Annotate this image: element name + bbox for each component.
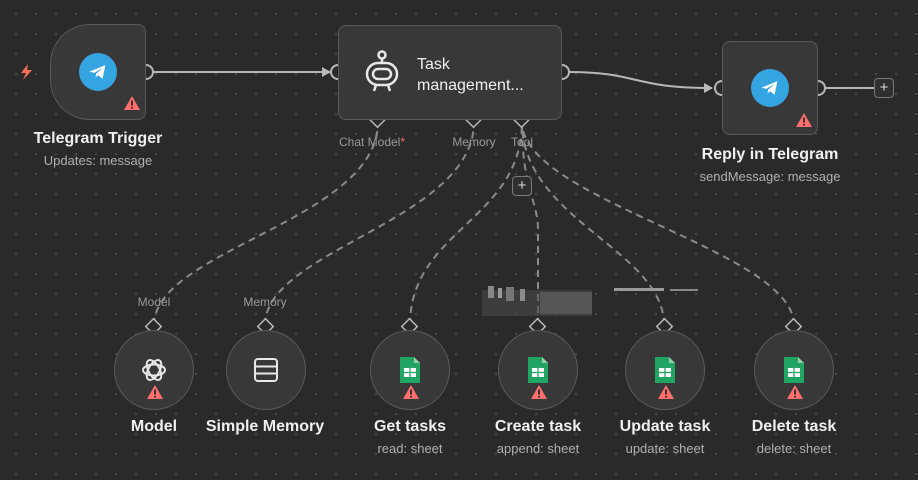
- create-task-node[interactable]: [498, 330, 578, 410]
- ai-agent-name: Task management...: [417, 56, 524, 94]
- telegram-trigger-node[interactable]: [50, 24, 146, 120]
- required-marker: *: [400, 135, 406, 149]
- delete-task-title: Delete task: [751, 418, 837, 435]
- update-task-title: Update task: [619, 418, 711, 435]
- robot-icon: [365, 50, 399, 92]
- warning-icon: [403, 385, 419, 399]
- memory-node-handle-label: Memory: [243, 295, 287, 309]
- warning-icon: [531, 385, 547, 399]
- telegram-icon: [79, 53, 117, 91]
- arrow-head: [322, 67, 331, 77]
- warning-icon: [787, 385, 803, 399]
- telegram-icon: [751, 69, 789, 107]
- create-task-subtitle: append: sheet: [496, 441, 580, 456]
- trigger-bolt-icon: [21, 64, 32, 80]
- update-task-node[interactable]: [625, 330, 705, 410]
- google-sheets-icon: [784, 357, 804, 383]
- connection-agent-to-reply: [567, 71, 713, 89]
- add-tool-button[interactable]: +: [512, 176, 532, 196]
- openai-icon: [142, 359, 166, 381]
- render-artifact: [482, 286, 698, 316]
- warning-icon: [796, 113, 812, 127]
- memory-handle-label: Memory: [452, 135, 496, 149]
- warning-icon: [658, 385, 674, 399]
- delete-task-node[interactable]: [754, 330, 834, 410]
- chat-model-label: Chat Model*: [339, 135, 405, 149]
- connection-memory: [264, 121, 475, 326]
- simple-memory-node[interactable]: [226, 330, 306, 410]
- arrow-head: [704, 83, 713, 93]
- model-title: Model: [130, 418, 178, 435]
- google-sheets-icon: [528, 357, 548, 383]
- reply-in-telegram-title: Reply in Telegram: [701, 146, 839, 163]
- simple-memory-title: Simple Memory: [205, 418, 325, 435]
- create-task-title: Create task: [494, 418, 582, 435]
- update-task-subtitle: update: sheet: [625, 441, 705, 456]
- tool-handle-label: Tool: [510, 135, 534, 149]
- google-sheets-icon: [400, 357, 420, 383]
- telegram-trigger-title: Telegram Trigger: [33, 130, 163, 147]
- workflow-canvas[interactable]: Telegram Trigger Updates: message Task m…: [0, 0, 918, 480]
- get-tasks-node[interactable]: [370, 330, 450, 410]
- chat-model-label-text: Chat Model: [338, 135, 401, 149]
- database-icon: [254, 358, 278, 382]
- model-handle-label: Model: [137, 295, 171, 309]
- warning-icon: [124, 96, 140, 110]
- reply-in-telegram-subtitle: sendMessage: message: [699, 169, 841, 184]
- model-node[interactable]: [114, 330, 194, 410]
- add-node-button[interactable]: +: [874, 78, 894, 98]
- delete-task-subtitle: delete: sheet: [756, 441, 832, 456]
- get-tasks-title: Get tasks: [373, 418, 447, 435]
- telegram-trigger-subtitle: Updates: message: [43, 153, 153, 168]
- warning-icon: [147, 385, 163, 399]
- get-tasks-subtitle: read: sheet: [377, 441, 443, 456]
- ai-agent-node[interactable]: Task management...: [338, 25, 562, 120]
- reply-in-telegram-node[interactable]: [722, 41, 818, 135]
- google-sheets-icon: [655, 357, 675, 383]
